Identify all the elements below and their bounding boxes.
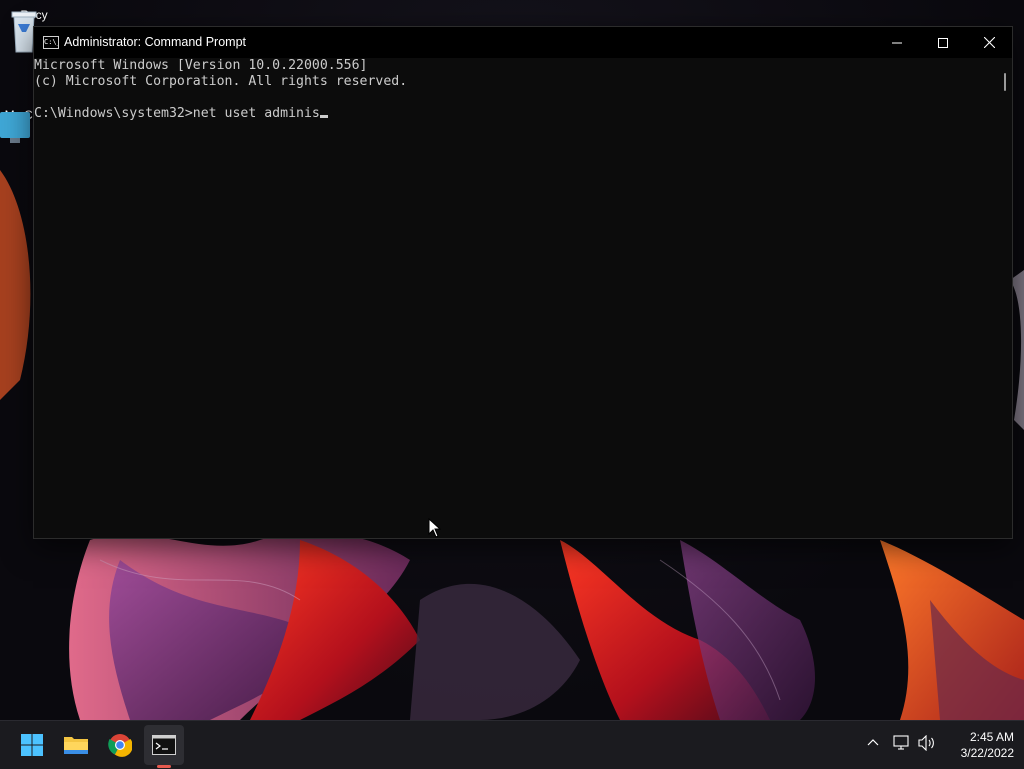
text-cursor bbox=[319, 115, 328, 118]
chevron-up-icon bbox=[867, 739, 879, 746]
terminal-icon bbox=[152, 735, 176, 755]
volume-button[interactable] bbox=[918, 734, 936, 755]
start-button[interactable] bbox=[12, 725, 52, 765]
computer-icon bbox=[0, 112, 30, 143]
close-button[interactable] bbox=[966, 27, 1012, 58]
taskbar-file-explorer[interactable] bbox=[56, 725, 96, 765]
command-prompt-icon: C:\_ bbox=[43, 36, 59, 49]
terminal-line: Microsoft Windows [Version 10.0.22000.55… bbox=[34, 58, 368, 73]
network-button[interactable] bbox=[893, 735, 911, 755]
close-icon bbox=[983, 37, 995, 48]
folder-icon bbox=[64, 737, 88, 754]
chrome-icon bbox=[108, 734, 132, 757]
window-title: Administrator: Command Prompt bbox=[64, 35, 247, 49]
maximize-icon bbox=[938, 37, 948, 48]
taskbar-command-prompt[interactable] bbox=[144, 725, 184, 765]
terminal-command-text: C:\Windows\system32>net uset adminis bbox=[34, 106, 320, 121]
mouse-pointer-icon bbox=[428, 518, 442, 538]
terminal-line: (c) Microsoft Corporation. All rights re… bbox=[34, 74, 408, 89]
taskbar-clock[interactable]: 2:45 AM 3/22/2022 bbox=[940, 729, 1014, 761]
command-prompt-window[interactable]: C:\_ Administrator: Command Prompt Micro… bbox=[33, 26, 1013, 539]
scrollbar-thumb[interactable] bbox=[1004, 73, 1006, 91]
clock-time: 2:45 AM bbox=[969, 730, 1014, 744]
taskbar: 2:45 AM 3/22/2022 bbox=[0, 720, 1024, 769]
show-hidden-icons-button[interactable] bbox=[866, 735, 880, 754]
terminal-input-line[interactable]: C:\Windows\system32>net uset adminis bbox=[34, 106, 1000, 122]
vertical-scrollbar[interactable] bbox=[1000, 58, 1012, 538]
clock-date: 3/22/2022 bbox=[960, 746, 1014, 760]
desktop-icon-recycle-bin[interactable]: Recy bbox=[4, 8, 64, 53]
volume-icon bbox=[918, 734, 934, 752]
terminal-output[interactable]: Microsoft Windows [Version 10.0.22000.55… bbox=[34, 58, 1000, 538]
taskbar-chrome[interactable] bbox=[100, 725, 140, 765]
windows-logo-icon bbox=[21, 734, 43, 756]
network-icon bbox=[893, 735, 909, 750]
minimize-icon bbox=[892, 42, 902, 43]
window-titlebar[interactable]: C:\_ Administrator: Command Prompt bbox=[34, 27, 1012, 58]
maximize-button[interactable] bbox=[920, 27, 966, 58]
minimize-button[interactable] bbox=[874, 27, 920, 58]
